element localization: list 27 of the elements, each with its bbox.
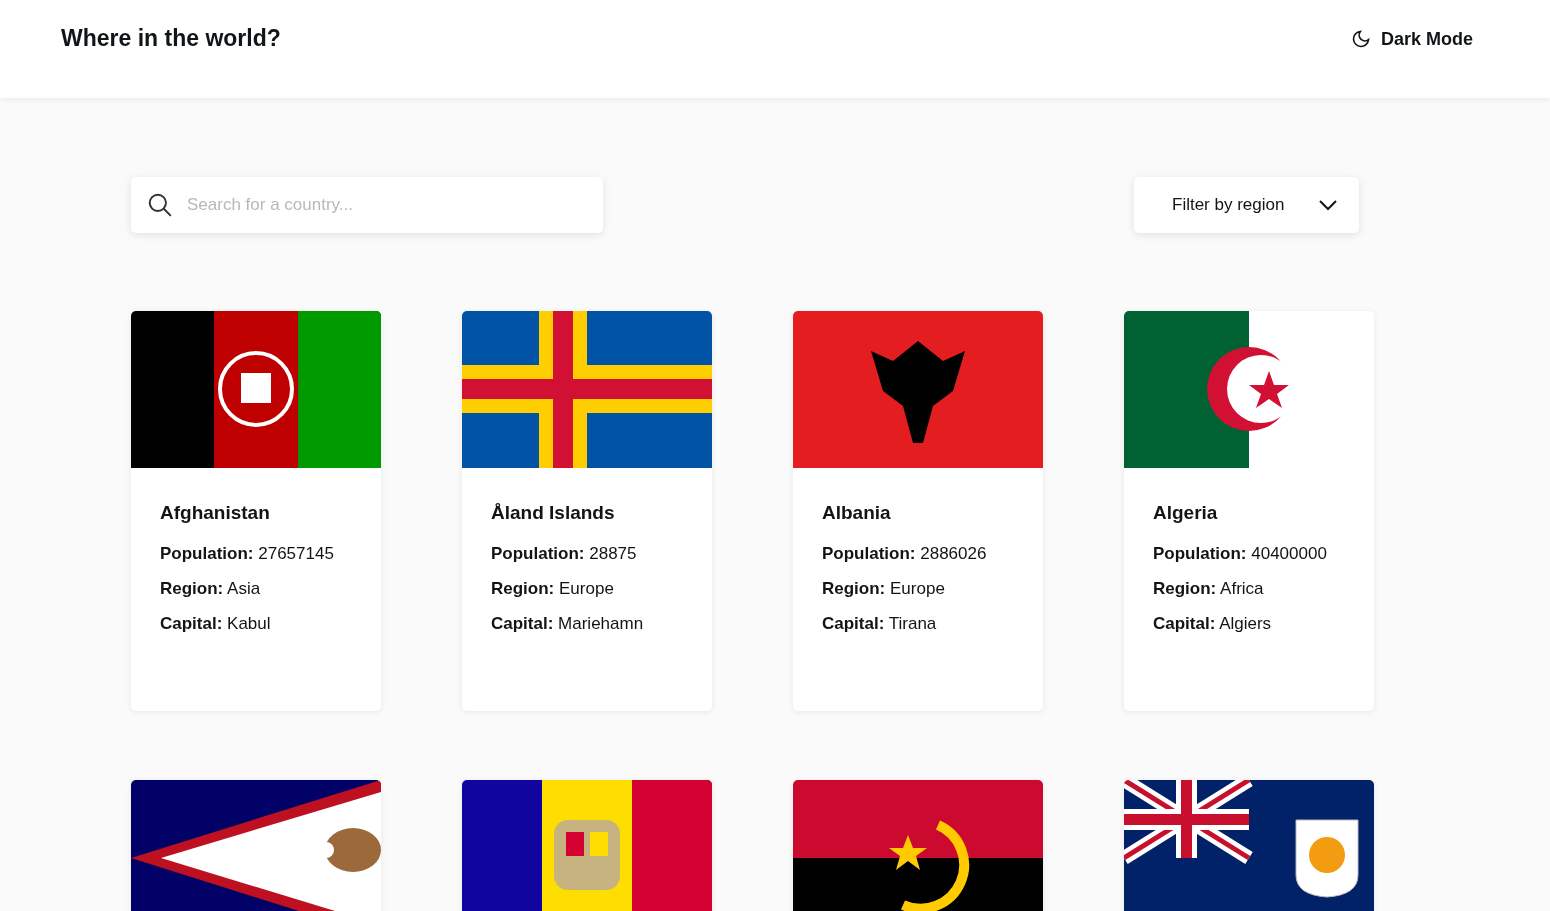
country-detail: Population: 40400000 — [1153, 544, 1328, 564]
country-detail: Region: Asia — [160, 579, 262, 599]
country-card[interactable]: Algeria Population: 40400000 Region: Africa Capital: Algiers — [1124, 311, 1374, 711]
moon-icon — [1350, 29, 1371, 49]
search-field[interactable]: Search for a country... — [131, 177, 603, 233]
country-name: Algeria — [1153, 502, 1219, 524]
country-detail: Capital: Mariehamn — [491, 614, 645, 634]
country-detail: Population: 28875 — [491, 544, 638, 564]
search-icon — [147, 192, 173, 218]
country-card[interactable]: Albania Population: 2886026 Region: Europe Capital: Tirana — [793, 311, 1043, 711]
country-card[interactable]: Afghanistan Population: 27657145 Region: Asia Capital: Kabul — [131, 311, 381, 711]
site-title: Where in the world? — [61, 24, 281, 52]
country-detail: Population: 2886026 — [822, 544, 988, 564]
country-detail: Capital: Algiers — [1153, 614, 1273, 634]
country-detail: Population: 27657145 — [160, 544, 335, 564]
chevron-down-icon — [1319, 199, 1337, 211]
country-detail: Capital: Kabul — [160, 614, 272, 634]
country-detail: Region: Africa — [1153, 579, 1265, 599]
country-detail: Region: Europe — [822, 579, 946, 599]
country-card[interactable]: Åland Islands Population: 28875 Region: Europe Capital: Mariehamn — [462, 311, 712, 711]
country-detail: Region: Europe — [491, 579, 615, 599]
region-filter-dropdown[interactable]: Filter by region — [1134, 177, 1359, 233]
country-name: Albania — [822, 502, 892, 524]
country-name: Afghanistan — [160, 502, 271, 524]
country-detail: Capital: Tirana — [822, 614, 938, 634]
dark-mode-toggle[interactable]: Dark Mode — [1350, 28, 1473, 50]
country-name: Åland Islands — [491, 502, 616, 524]
